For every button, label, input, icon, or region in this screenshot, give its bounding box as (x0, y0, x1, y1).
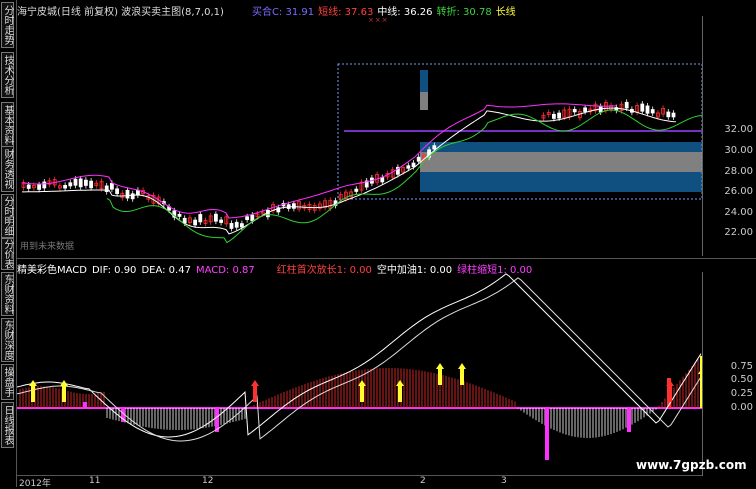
candle (229, 223, 234, 229)
tab-time-detail[interactable]: 分时明细 (1, 194, 14, 238)
candle (182, 217, 187, 224)
tab-price-table[interactable]: 分价表 (1, 238, 14, 270)
candle (42, 181, 47, 189)
candle (624, 101, 629, 109)
candle (68, 182, 73, 187)
watermark: www.7gpzb.com (636, 458, 747, 472)
macd-tick: 0.75 (730, 361, 753, 372)
candle (291, 203, 296, 209)
candle (416, 156, 421, 162)
price-tick: 26.00 (724, 186, 753, 197)
macd-tick: 0.50 (730, 374, 753, 385)
zone-gray-small (420, 92, 428, 110)
price-tick: 28.00 (724, 166, 753, 177)
date-label: 3 (501, 476, 507, 486)
sidebar: 分时走势 技术分析 基本资料 财务透视 分时明细 分价表 东财资料 东财深度 操… (0, 0, 17, 487)
candle (213, 213, 218, 222)
tab-eastmoney-depth[interactable]: 东财深度 (1, 318, 14, 362)
candle (645, 105, 650, 114)
price-tick: 22.00 (724, 227, 753, 238)
candle (73, 178, 78, 186)
candle (640, 103, 645, 112)
candle (89, 180, 93, 189)
candle (234, 221, 239, 228)
candle (63, 184, 67, 189)
macd-tick: 0.25 (730, 388, 753, 399)
macd-signal-bar (627, 408, 631, 432)
signal-arrow (398, 384, 402, 402)
dif-line (17, 273, 702, 438)
candle (406, 165, 411, 169)
macd-signal-bar (545, 408, 549, 460)
candle (136, 189, 140, 196)
signal-arrowhead (458, 363, 466, 369)
tab-time-trend[interactable]: 分时走势 (1, 2, 14, 48)
candle (245, 216, 250, 220)
candle (104, 185, 109, 192)
future-data-note: 用到未来数据 (20, 242, 75, 252)
date-label: 11 (89, 476, 101, 486)
signal-arrowhead (251, 380, 259, 386)
tab-daily-report[interactable]: 日线报表 (1, 402, 14, 448)
price-tick: 32.00 (724, 124, 753, 135)
candle (380, 177, 385, 183)
candle (411, 162, 416, 167)
candle (110, 182, 114, 190)
signal-arrow (360, 384, 364, 402)
macd-signal-bar (83, 402, 87, 408)
candle (84, 179, 88, 186)
candle (78, 178, 83, 188)
candle (115, 188, 119, 194)
tab-finance[interactable]: 财务透视 (1, 146, 14, 192)
candle (198, 214, 203, 223)
candle (219, 219, 224, 223)
price-tick: 24.00 (724, 207, 753, 218)
candle (666, 111, 671, 118)
candle (193, 219, 198, 226)
tab-basic-info[interactable]: 基本资料 (1, 102, 14, 148)
date-label: 12 (202, 476, 214, 486)
candle (671, 112, 676, 118)
candle (650, 109, 655, 114)
date-label: 2012年 (19, 479, 51, 489)
price-axis: 32.00 30.00 28.00 26.00 24.00 22.00 (702, 16, 756, 256)
candle (37, 184, 42, 190)
candle (354, 188, 359, 192)
candle (552, 113, 556, 119)
signal-arrow (668, 384, 672, 402)
date-axis: 2012年 11 12 2 3 (17, 475, 702, 489)
pane-divider (17, 258, 756, 259)
candle (557, 112, 561, 119)
candle (583, 107, 587, 112)
macd-tick: 0.00 (730, 402, 753, 413)
candle (125, 189, 130, 199)
candle (239, 223, 244, 228)
tab-technical-analysis[interactable]: 技术分析 (1, 52, 14, 98)
zone-gray (420, 152, 702, 172)
signal-arrow (31, 384, 35, 402)
signal-arrow (253, 384, 257, 402)
signal-arrow (460, 367, 464, 385)
main-indicator-bar: 海宁皮城(日线 前复权) 波浪买卖主图(8,7,0,1) 买合C: 31.91 短线… (17, 3, 520, 18)
main-price-chart[interactable] (17, 16, 702, 256)
candle (177, 213, 182, 217)
tab-eastmoney-info[interactable]: 东财资料 (1, 272, 14, 316)
candle (250, 214, 255, 222)
candle (432, 145, 437, 150)
macd-chart[interactable] (17, 272, 702, 472)
macd-axis: 0.75 0.50 0.25 0.00 (702, 272, 756, 476)
signal-arrow (62, 384, 66, 402)
date-label: 2 (420, 476, 426, 486)
price-tick: 30.00 (724, 145, 753, 156)
candle (130, 193, 135, 200)
candle (26, 184, 31, 189)
signal-arrowhead (396, 380, 404, 386)
tab-trader[interactable]: 操盘手 (1, 364, 14, 400)
signal-arrow (438, 367, 442, 385)
signal-arrowhead (436, 363, 444, 369)
candle (572, 108, 577, 113)
